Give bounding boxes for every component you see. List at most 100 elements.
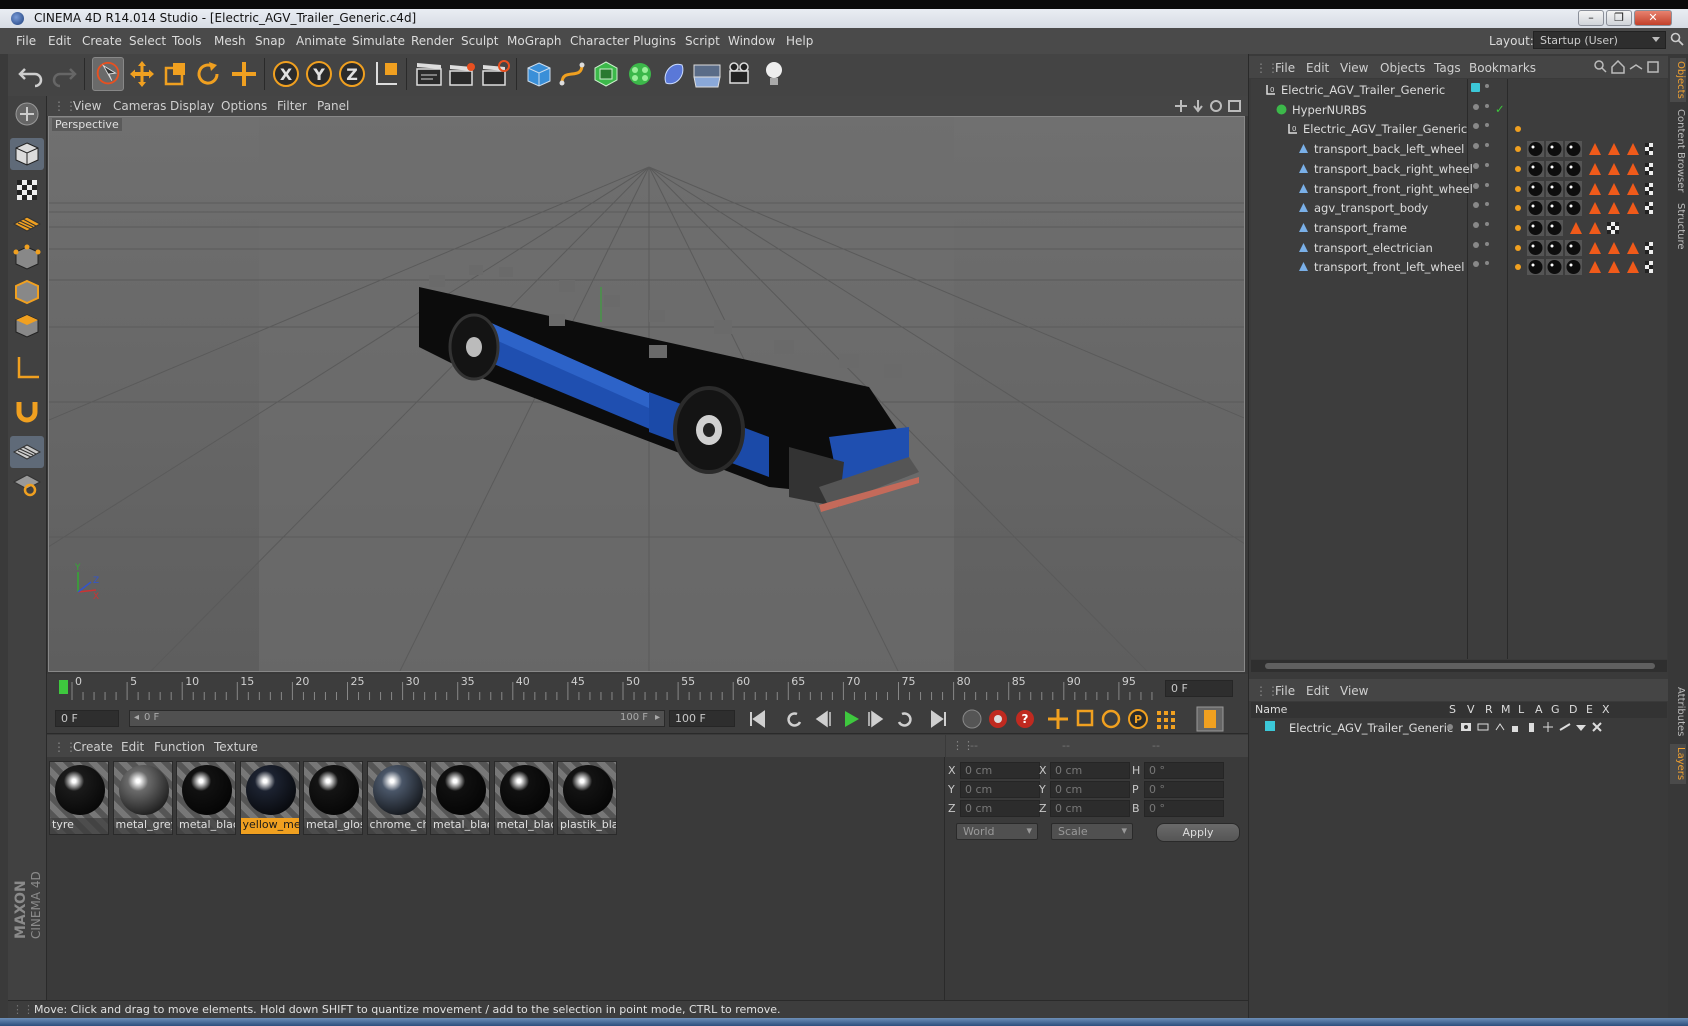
material-tags[interactable]	[1513, 160, 1653, 177]
editor-visibility-dot[interactable]	[1473, 241, 1479, 248]
workplane-mode-icon[interactable]	[10, 208, 44, 240]
cube-primitive-icon[interactable]	[523, 57, 555, 91]
coord-value-field[interactable]: 0 cm	[960, 800, 1040, 817]
layer-col-a[interactable]: A	[1535, 703, 1543, 716]
menu-mesh[interactable]: Mesh	[214, 34, 246, 48]
material-swatch[interactable]: plastik_bla	[557, 761, 617, 835]
close-button[interactable]: ✕	[1634, 10, 1672, 26]
transport-buttons[interactable]: ?	[742, 706, 1042, 732]
render-visibility-dot[interactable]	[1485, 143, 1489, 148]
object-name[interactable]: transport_back_right_wheel	[1314, 162, 1473, 176]
menu-character[interactable]: Character	[570, 34, 629, 48]
layer-col-v[interactable]: V	[1467, 703, 1475, 716]
cloner-icon[interactable]	[624, 57, 656, 91]
restore-button[interactable]: ❐	[1606, 10, 1632, 26]
material-tags[interactable]	[1513, 200, 1653, 217]
object-menu-view[interactable]: View	[1340, 61, 1368, 75]
material-menu-function[interactable]: Function	[154, 740, 205, 754]
model-mode-button[interactable]	[10, 138, 44, 170]
axis-mode-icon[interactable]	[10, 352, 44, 384]
material-tags[interactable]	[1513, 219, 1653, 236]
coord-value-field[interactable]: 0 °	[1144, 800, 1224, 817]
layer-color-swatch[interactable]	[1265, 721, 1275, 731]
material-swatch[interactable]: chrome_ch	[366, 761, 427, 835]
object-name[interactable]: transport_front_right_wheel	[1314, 182, 1473, 196]
menu-animate[interactable]: Animate	[296, 34, 346, 48]
render-view-icon[interactable]	[413, 57, 445, 91]
object-row[interactable]: transport_front_left_wheel	[1251, 257, 1667, 277]
render-settings-icon[interactable]	[479, 57, 511, 91]
object-row[interactable]: transport_back_left_wheel	[1251, 139, 1667, 159]
object-name[interactable]: agv_transport_body	[1314, 201, 1428, 215]
object-name[interactable]: Electric_AGV_Trailer_Generic	[1303, 122, 1467, 136]
object-horizontal-scrollbar[interactable]	[1251, 660, 1667, 672]
editor-visibility-dot[interactable]	[1473, 103, 1479, 110]
add-object-icon[interactable]	[228, 57, 260, 91]
menu-tools[interactable]: Tools	[172, 34, 202, 48]
layer-col-name[interactable]: Name	[1255, 703, 1287, 716]
start-frame-field[interactable]: 0 F	[55, 710, 119, 727]
menu-create[interactable]: Create	[82, 34, 122, 48]
material-tags[interactable]	[1513, 180, 1653, 197]
phong-tag-icon[interactable]	[1513, 122, 1527, 136]
material-swatch[interactable]: metal_blacl	[493, 761, 554, 835]
object-row[interactable]: agv_transport_body	[1251, 198, 1667, 218]
object-row[interactable]: transport_front_right_wheel	[1251, 179, 1667, 199]
object-row[interactable]: 0 Electric_AGV_Trailer_Generic	[1251, 80, 1667, 100]
editor-visibility-dot[interactable]	[1473, 221, 1479, 228]
layer-col-x[interactable]: X	[1602, 703, 1610, 716]
hypernurbs-icon[interactable]	[590, 57, 622, 91]
material-swatch[interactable]: metal_glos	[303, 761, 363, 835]
material-tags[interactable]	[1513, 141, 1653, 158]
deformer-icon[interactable]	[658, 57, 690, 91]
coord-value-field[interactable]: 0 cm	[960, 781, 1040, 798]
layer-col-g[interactable]: G	[1551, 703, 1560, 716]
layer-col-l[interactable]: L	[1518, 703, 1524, 716]
render-visibility-dot[interactable]	[1485, 241, 1489, 246]
polygons-mode-icon[interactable]	[10, 310, 44, 342]
coordinate-space-dropdown[interactable]: World ▾	[956, 823, 1038, 840]
coord-value-field[interactable]: 0 °	[1144, 762, 1224, 779]
snap-magnet-icon[interactable]	[10, 394, 44, 426]
object-manager-nav-icons[interactable]	[1594, 60, 1664, 74]
object-menu-objects[interactable]: Objects	[1380, 61, 1425, 75]
move-tool-icon[interactable]	[126, 57, 158, 91]
menu-mograph[interactable]: MoGraph	[507, 34, 562, 48]
menu-snap[interactable]: Snap	[255, 34, 285, 48]
rotate-tool-icon[interactable]	[192, 57, 224, 91]
viewport-menu-display[interactable]: Display	[170, 99, 214, 113]
object-menu-bookmarks[interactable]: Bookmarks	[1469, 61, 1536, 75]
material-swatch[interactable]: yellow_met	[239, 761, 300, 835]
render-visibility-dot[interactable]	[1485, 182, 1489, 187]
editor-visibility-dot[interactable]	[1473, 202, 1479, 209]
object-name[interactable]: transport_front_left_wheel	[1314, 260, 1464, 274]
editor-visibility-dot[interactable]	[1473, 143, 1479, 150]
object-name[interactable]: transport_back_left_wheel	[1314, 142, 1464, 156]
floor-scene-icon[interactable]	[691, 57, 723, 91]
viewport-menu-options[interactable]: Options	[221, 99, 267, 113]
key-mode-buttons[interactable]: P	[1047, 706, 1247, 732]
coordinate-mode-dropdown[interactable]: Scale ▾	[1051, 823, 1133, 840]
viewport-menu-cameras[interactable]: Cameras	[113, 99, 166, 113]
undo-icon[interactable]	[15, 57, 47, 91]
camera-icon[interactable]	[724, 57, 756, 91]
layer-menu-view[interactable]: View	[1340, 684, 1368, 698]
z-axis-lock-icon[interactable]: Z	[336, 57, 368, 91]
light-icon[interactable]	[758, 57, 790, 91]
layout-dropdown[interactable]: Startup (User)	[1533, 31, 1666, 49]
material-tags[interactable]	[1513, 259, 1653, 276]
render-visibility-dot[interactable]	[1485, 221, 1489, 226]
object-menu-tags[interactable]: Tags	[1434, 61, 1461, 75]
x-axis-lock-icon[interactable]: X	[270, 57, 302, 91]
layer-col-e[interactable]: E	[1586, 703, 1593, 716]
render-visibility-dot[interactable]	[1485, 84, 1489, 88]
enabled-check-icon[interactable]: ✓	[1495, 102, 1505, 116]
material-tags[interactable]	[1513, 239, 1653, 256]
layer-col-s[interactable]: S	[1449, 703, 1456, 716]
object-row[interactable]: 0 Electric_AGV_Trailer_Generic	[1251, 119, 1667, 139]
render-visibility-dot[interactable]	[1485, 103, 1489, 108]
object-row[interactable]: transport_electrician	[1251, 238, 1667, 258]
object-name[interactable]: HyperNURBS	[1292, 103, 1367, 117]
editor-visibility-dot[interactable]	[1471, 83, 1480, 92]
object-row[interactable]: transport_frame	[1251, 218, 1667, 238]
